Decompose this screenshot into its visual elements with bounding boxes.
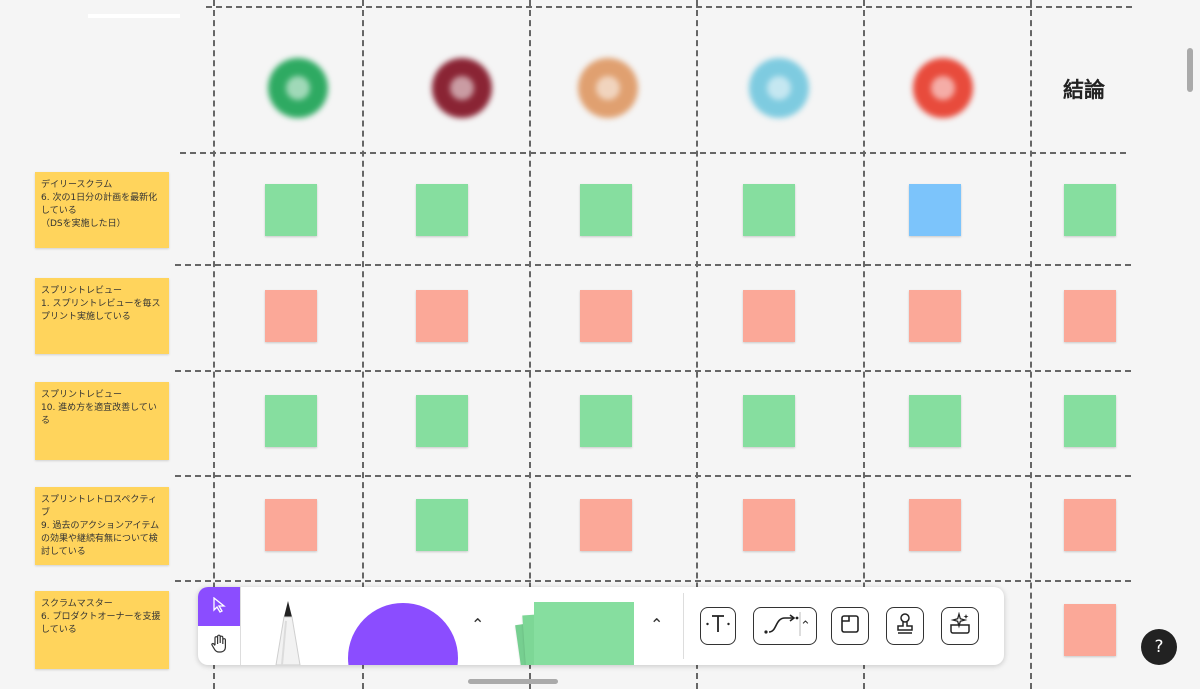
row-label-text: デイリースクラム 6. 次の1日分の計画を最新化している （DSを実施した日） (41, 180, 158, 229)
sticky-note[interactable] (909, 499, 961, 551)
sticky-note[interactable] (416, 290, 468, 342)
sticky-note[interactable] (1064, 499, 1116, 551)
sticky-note[interactable] (743, 290, 795, 342)
grid-hline (175, 370, 1131, 372)
sticky-note[interactable] (265, 499, 317, 551)
grid-vline (696, 0, 698, 689)
sticky-note[interactable] (909, 290, 961, 342)
ai-sparkle-icon (948, 611, 972, 640)
row-label[interactable]: スプリントレビュー 1. スプリントレビューを毎スプリント実施している (35, 278, 169, 354)
row-label[interactable]: スプリントレビュー 10. 進め方を適宜改善している (35, 382, 169, 460)
row-label-text: スプリントレトロスペクティブ 9. 過去のアクションアイテムの効果や継続有無につ… (41, 495, 160, 557)
sticky-note[interactable] (1064, 604, 1116, 656)
grid-hline (206, 6, 1132, 8)
member-avatar (568, 48, 648, 128)
row-label-text: スプリントレビュー 1. スプリントレビューを毎スプリント実施している (41, 286, 161, 322)
sticky-note[interactable] (580, 395, 632, 447)
member-avatar (739, 48, 819, 128)
sticky-note[interactable] (743, 184, 795, 236)
whiteboard-canvas[interactable]: 結論 デイリースクラム 6. 次の1日分の計画を最新化している （DSを実施した… (0, 0, 1200, 689)
section-tool-icon (839, 613, 861, 639)
grid-hline (175, 475, 1131, 477)
help-label: ? (1154, 637, 1164, 657)
member-avatar (422, 48, 502, 128)
grid-hline (180, 152, 1126, 154)
sticky-note[interactable] (580, 290, 632, 342)
grid-vline (213, 0, 215, 689)
help-button[interactable]: ? (1141, 629, 1177, 665)
ai-tool[interactable] (941, 607, 979, 645)
row-label[interactable]: スクラムマスター 6. プロダクトオーナーを支援している (35, 591, 169, 669)
shape-tool[interactable] (348, 603, 458, 665)
grid-vline (529, 0, 531, 689)
toolbar-divider (240, 587, 241, 665)
sticky-note[interactable] (416, 395, 468, 447)
vertical-scrollbar[interactable] (1187, 48, 1193, 92)
sticky-note[interactable] (265, 290, 317, 342)
row-label[interactable]: デイリースクラム 6. 次の1日分の計画を最新化している （DSを実施した日） (35, 172, 169, 248)
sticky-note[interactable] (1064, 290, 1116, 342)
grid-hline (175, 264, 1131, 266)
grid-vline (863, 0, 865, 689)
sticky-note[interactable] (1064, 395, 1116, 447)
grid-vline (1030, 0, 1032, 689)
sticky-note[interactable] (265, 184, 317, 236)
conclusion-header: 結論 (1063, 78, 1105, 102)
sticky-note[interactable] (416, 499, 468, 551)
sticky-note[interactable] (909, 395, 961, 447)
stamp-tool-icon (894, 612, 916, 640)
horizontal-scrollbar[interactable] (468, 679, 558, 684)
sticky-note-tool[interactable] (510, 602, 640, 665)
hand-tool[interactable] (198, 626, 240, 665)
sticky-note[interactable] (416, 184, 468, 236)
row-label[interactable]: スプリントレトロスペクティブ 9. 過去のアクションアイテムの効果や継続有無につ… (35, 487, 169, 565)
row-label-text: スプリントレビュー 10. 進め方を適宜改善している (41, 390, 157, 426)
sticky-note[interactable] (265, 395, 317, 447)
sticky-note[interactable] (580, 184, 632, 236)
sticky-note[interactable] (909, 184, 961, 236)
hand-icon (210, 634, 228, 658)
creation-toolbar: ⌃ ⌃ ⌃ (198, 587, 1004, 665)
chevron-up-icon[interactable]: ⌃ (800, 619, 811, 634)
text-tool[interactable] (700, 607, 736, 645)
canvas-top-strip (88, 14, 180, 18)
member-avatar (903, 48, 983, 128)
section-tool[interactable] (831, 607, 869, 645)
select-tool[interactable] (198, 587, 240, 626)
cursor-arrow-icon (212, 596, 226, 617)
row-label-text: スクラムマスター 6. プロダクトオーナーを支援している (41, 599, 161, 635)
stamp-tool[interactable] (886, 607, 924, 645)
sticky-note[interactable] (580, 499, 632, 551)
chevron-up-icon[interactable]: ⌃ (471, 615, 484, 634)
sticky-note[interactable] (743, 499, 795, 551)
member-avatar (258, 48, 338, 128)
sticky-note[interactable] (1064, 184, 1116, 236)
marker-pen-icon[interactable] (270, 599, 306, 665)
sticky-note[interactable] (743, 395, 795, 447)
text-tool-icon (706, 613, 730, 639)
chevron-up-icon[interactable]: ⌃ (650, 615, 663, 634)
grid-hline (175, 580, 1131, 582)
grid-vline (362, 0, 364, 689)
toolbar-divider (683, 593, 684, 659)
